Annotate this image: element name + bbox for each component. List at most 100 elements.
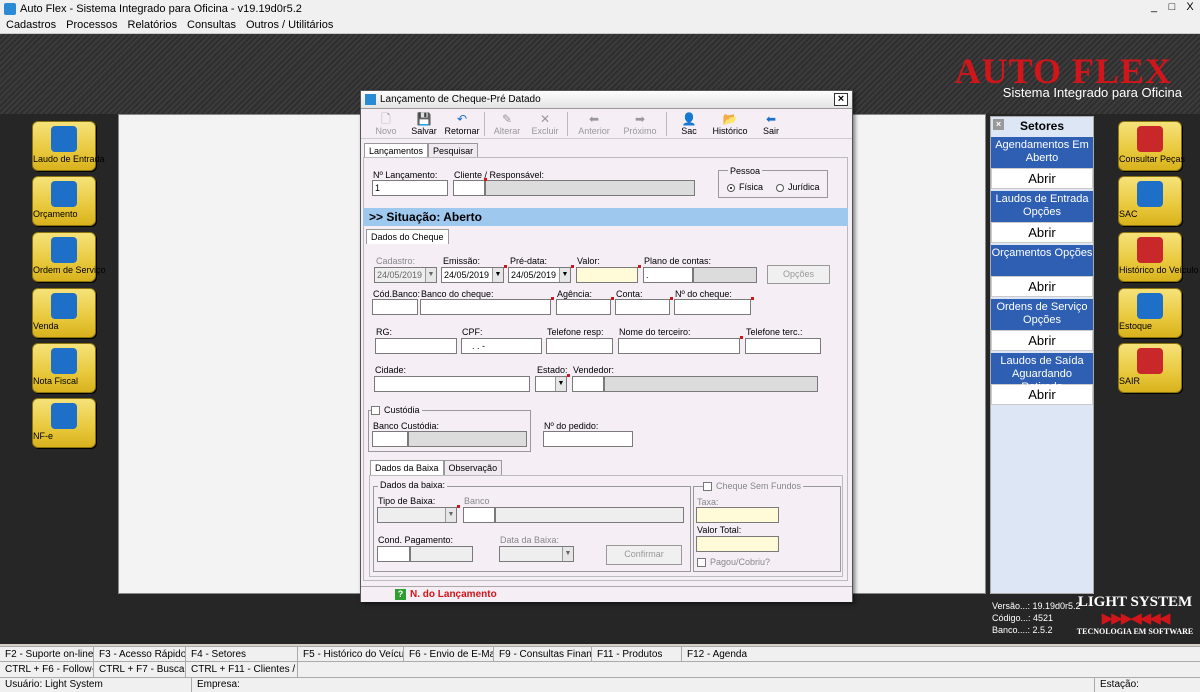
valor-total-input[interactable]: [696, 536, 779, 552]
sector-agendamentos-open[interactable]: Abrir: [991, 168, 1093, 189]
confirmar-button[interactable]: Confirmar: [606, 545, 682, 565]
cadastro-date-input[interactable]: 24/05/2019 ▼: [374, 267, 437, 283]
fkey-produtos[interactable]: F11 - Produtos: [592, 647, 682, 662]
cliente-code-input[interactable]: [453, 180, 485, 196]
fkey-acesso-rapido[interactable]: F3 - Acesso Rápido: [94, 647, 186, 662]
opcoes-button[interactable]: Opções: [767, 265, 830, 284]
valor-input[interactable]: [576, 267, 638, 283]
minimize-button[interactable]: _: [1148, 1, 1160, 14]
sair-button[interactable]: SAIR: [1118, 343, 1182, 393]
fkey-followup[interactable]: CTRL + F6 - Follow-up: [0, 662, 94, 677]
cidade-input[interactable]: [374, 376, 530, 392]
alterar-button[interactable]: ✎ Alterar: [488, 113, 526, 138]
tab-dados-cheque[interactable]: Dados do Cheque: [366, 229, 449, 244]
fkey-email[interactable]: F6 - Envio de E-Mail: [404, 647, 494, 662]
sair-toolbar-button[interactable]: ⬅ Sair: [752, 113, 790, 138]
proximo-button[interactable]: ➡ Próximo: [617, 113, 663, 138]
estoque-button[interactable]: Estoque: [1118, 288, 1182, 338]
vendedor-name-input[interactable]: [604, 376, 818, 392]
rg-input[interactable]: [375, 338, 457, 354]
ordem-servico-button[interactable]: Ordem de Serviço: [32, 232, 106, 282]
pessoa-juridica-radio[interactable]: Jurídica: [776, 182, 820, 192]
cliente-name-input[interactable]: [485, 180, 695, 196]
sector-laudos-entrada-open[interactable]: Abrir: [991, 222, 1093, 243]
cond-pagamento-code-input[interactable]: [377, 546, 410, 562]
chevron-down-icon[interactable]: ▼: [425, 268, 436, 282]
chevron-down-icon[interactable]: ▼: [562, 547, 573, 561]
dialog-close-button[interactable]: ×: [834, 93, 848, 106]
sector-laudos-saida-open[interactable]: Abrir: [991, 384, 1093, 405]
sector-ordens-servico-open[interactable]: Abrir: [991, 330, 1093, 351]
excluir-button[interactable]: ✕ Excluir: [526, 113, 564, 138]
salvar-button[interactable]: 💾 Salvar: [405, 113, 443, 138]
telefone-resp-input[interactable]: [546, 338, 613, 354]
menu-processos[interactable]: Processos: [66, 19, 117, 31]
fkey-historico-veiculo[interactable]: F5 - Histórico do Veículo: [298, 647, 404, 662]
tab-pesquisar[interactable]: Pesquisar: [428, 143, 479, 158]
orcamento-button[interactable]: Orçamento: [32, 176, 96, 226]
pagou-checkbox[interactable]: Pagou/Cobriu?: [697, 557, 770, 568]
plano-contas-name-input[interactable]: [693, 267, 757, 283]
estado-select[interactable]: ▼: [535, 376, 567, 392]
agencia-input[interactable]: [556, 299, 611, 315]
novo-button[interactable]: 🗋 Novo: [367, 113, 405, 138]
menu-cadastros[interactable]: Cadastros: [6, 19, 56, 31]
fkey-busca-cep[interactable]: CTRL + F7 - Busca CEP: [94, 662, 186, 677]
nfe-button[interactable]: NF-e: [32, 398, 96, 448]
venda-button[interactable]: Venda: [32, 288, 96, 338]
predata-date-input[interactable]: 24/05/2019 ▼: [508, 267, 571, 283]
plano-contas-code-input[interactable]: .: [643, 267, 693, 283]
consultar-pecas-button[interactable]: Consultar Peças: [1118, 121, 1185, 171]
banco-baixa-name-input[interactable]: [495, 507, 684, 523]
fkey-consultas-financeiras[interactable]: F9 - Consultas Financeiras: [494, 647, 592, 662]
menu-relatorios[interactable]: Relatórios: [128, 19, 178, 31]
emissao-date-input[interactable]: 24/05/2019 ▼: [441, 267, 504, 283]
banco-cheque-input[interactable]: [420, 299, 551, 315]
sector-orcamentos-open[interactable]: Abrir: [991, 276, 1093, 297]
cpf-input[interactable]: . . -: [461, 338, 542, 354]
fkey-suporte[interactable]: F2 - Suporte on-line: [0, 647, 94, 662]
data-baixa-input[interactable]: ▼: [499, 546, 574, 562]
tab-observacao[interactable]: Observação: [443, 460, 503, 475]
banco-baixa-code-input[interactable]: [463, 507, 495, 523]
menu-outros[interactable]: Outros / Utilitários: [246, 19, 333, 31]
sac-button[interactable]: SAC: [1118, 176, 1182, 226]
conta-input[interactable]: [615, 299, 670, 315]
pessoa-fisica-radio[interactable]: Física: [727, 182, 763, 192]
maximize-button[interactable]: □: [1166, 1, 1178, 14]
anterior-button[interactable]: ⬅ Anterior: [571, 113, 617, 138]
cond-pagamento-name-input[interactable]: [410, 546, 473, 562]
chevron-down-icon[interactable]: ▼: [492, 268, 503, 282]
sem-fundos-checkbox[interactable]: Cheque Sem Fundos: [703, 481, 804, 492]
retornar-button[interactable]: ↶ Retornar: [443, 113, 481, 138]
banco-custodia-name-input[interactable]: [408, 431, 527, 447]
chevron-down-icon[interactable]: ▼: [555, 377, 566, 391]
tab-dados-baixa[interactable]: Dados da Baixa: [370, 460, 444, 475]
menu-consultas[interactable]: Consultas: [187, 19, 236, 31]
cod-banco-input[interactable]: [372, 299, 418, 315]
num-pedido-input[interactable]: [543, 431, 633, 447]
nome-terceiro-input[interactable]: [618, 338, 740, 354]
setores-close-icon[interactable]: ×: [993, 119, 1004, 130]
chevron-down-icon[interactable]: ▼: [445, 508, 456, 522]
num-lancamento-input[interactable]: 1: [372, 180, 448, 196]
vendedor-code-input[interactable]: [572, 376, 604, 392]
fkey-clientes-fornecedores[interactable]: CTRL + F11 - Clientes / Fornecedores: [186, 662, 298, 677]
taxa-input[interactable]: [696, 507, 779, 523]
sac-toolbar-button[interactable]: 👤 Sac: [670, 113, 708, 138]
historico-veiculo-button[interactable]: Histórico do Veículo: [1118, 232, 1199, 282]
fkey-agenda[interactable]: F12 - Agenda: [682, 647, 1200, 662]
custodia-checkbox[interactable]: Custódia: [371, 405, 422, 416]
num-cheque-input[interactable]: [674, 299, 751, 315]
fkey-setores[interactable]: F4 - Setores: [186, 647, 298, 662]
laudo-entrada-button[interactable]: Laudo de Entrada: [32, 121, 105, 171]
nota-fiscal-button[interactable]: Nota Fiscal: [32, 343, 96, 393]
banco-custodia-code-input[interactable]: [372, 431, 408, 447]
historico-button[interactable]: 📂 Histórico: [708, 113, 752, 138]
close-window-button[interactable]: X: [1184, 1, 1196, 14]
telefone-terc-input[interactable]: [745, 338, 821, 354]
chevron-down-icon[interactable]: ▼: [559, 268, 570, 282]
tab-lancamentos[interactable]: Lançamentos: [364, 143, 429, 158]
venda-label: Venda: [33, 321, 59, 331]
tipo-baixa-select[interactable]: ▼: [377, 507, 457, 523]
